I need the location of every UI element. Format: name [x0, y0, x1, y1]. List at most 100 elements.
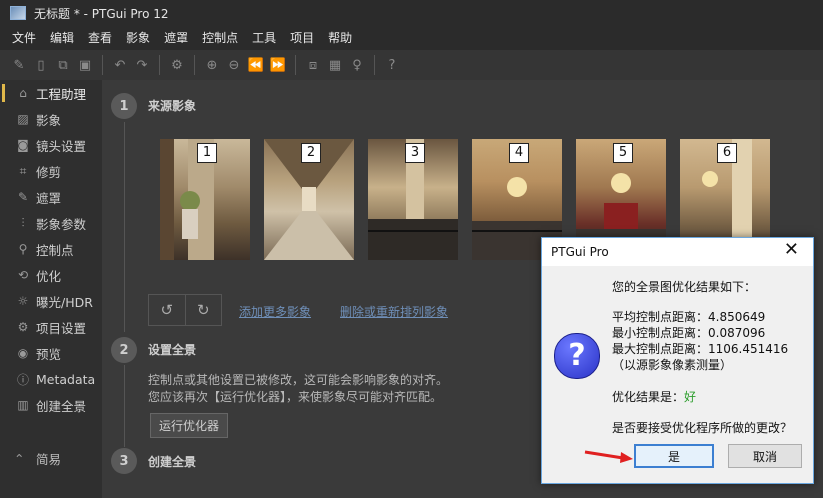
sidebar-item-preview[interactable]: ◉ 预览 — [0, 340, 102, 366]
info-icon: ⓘ — [16, 372, 29, 387]
menu-edit[interactable]: 编辑 — [43, 26, 81, 50]
sidebar-item-optimize[interactable]: ⟲ 优化 — [0, 262, 102, 288]
dialog-question: 是否要接受优化程序所做的更改？ — [612, 421, 793, 435]
dialog-title: PTGui Pro — [551, 245, 609, 259]
save-icon[interactable]: ▣ — [74, 54, 96, 76]
avg-distance-value: 4.850649 — [708, 310, 766, 324]
rotate-left-icon: ↺ — [160, 301, 174, 319]
menu-project[interactable]: 项目 — [283, 26, 321, 50]
sidebar-item-project-assistant[interactable]: ⌂ 工程助理 — [0, 80, 102, 106]
new-project-icon[interactable]: ✎ — [8, 54, 30, 76]
camera-icon: ◙ — [17, 138, 29, 152]
sidebar-item-lens-settings[interactable]: ◙ 镜头设置 — [0, 132, 102, 158]
toolbar-separator — [194, 55, 195, 75]
remove-reorder-images-link[interactable]: 删除或重新排列影象 — [340, 303, 448, 320]
max-distance-value: 1106.451416 — [708, 342, 789, 356]
rewind-icon[interactable]: ⏪ — [245, 54, 267, 76]
toolbar-separator — [374, 55, 375, 75]
menu-tools[interactable]: 工具 — [245, 26, 283, 50]
dialog-heading: 您的全景图优化结果如下： — [612, 280, 757, 294]
rotate-left-button[interactable]: ↺ — [149, 295, 186, 325]
sidebar-item-label: 预览 — [36, 346, 62, 362]
eye-icon: ◉ — [17, 346, 29, 360]
rotate-right-button[interactable]: ↻ — [186, 295, 222, 325]
avg-distance-label: 平均控制点距离： — [612, 310, 709, 324]
control-points-icon: ⚲ — [18, 242, 28, 256]
menu-view[interactable]: 查看 — [81, 26, 119, 50]
thumbnail-number: 6 — [717, 143, 737, 163]
thumbnail-number: 1 — [197, 143, 217, 163]
unit-note: （以源影象像素测量） — [612, 358, 733, 372]
sidebar-item-crop[interactable]: ⌗ 修剪 — [0, 158, 102, 184]
copy-icon[interactable]: ⧉ — [52, 54, 74, 76]
close-icon[interactable]: ✕ — [784, 239, 799, 260]
sidebar-item-label: 遮罩 — [36, 190, 62, 206]
zoom-in-icon[interactable]: ⊕ — [201, 54, 223, 76]
grid-icon[interactable]: ▦ — [324, 54, 346, 76]
result-row: 优化结果是：好 — [612, 388, 696, 405]
step-2-title: 设置全景 — [148, 343, 197, 357]
result-label: 优化结果是： — [612, 390, 685, 404]
image-thumbnail[interactable]: 1 — [160, 139, 250, 260]
cancel-button[interactable]: 取消 — [728, 444, 802, 468]
step-1-number: 1 — [111, 93, 137, 119]
sidebar-item-images[interactable]: ▨ 影象 — [0, 106, 102, 132]
rotate-buttons: ↺ ↻ — [148, 294, 222, 326]
lightbulb-icon[interactable]: ♀ — [346, 54, 368, 76]
min-distance-label: 最小控制点距离： — [612, 326, 709, 340]
menu-images[interactable]: 影象 — [119, 26, 157, 50]
thumbnail-number: 4 — [509, 143, 529, 163]
sidebar: ⌂ 工程助理 ▨ 影象 ◙ 镜头设置 ⌗ 修剪 ✎ 遮罩 ⫶ 影象参数 ⚲ 控制点 ⟲ 优化 ☼… — [0, 80, 102, 498]
image-thumbnail[interactable]: 2 — [264, 139, 354, 260]
help-icon[interactable]: ? — [381, 54, 403, 76]
chevron-up-circle-icon: ⌃ — [14, 451, 25, 466]
settings-icon[interactable]: ⚙ — [166, 54, 188, 76]
step-2-message: 控制点或其他设置已被修改，这可能会影响影象的对齐。 您应该再次【运行优化器】，来… — [148, 372, 448, 406]
open-icon[interactable]: ▯ — [30, 54, 52, 76]
add-more-images-link[interactable]: 添加更多影象 — [239, 303, 311, 320]
sidebar-item-label: 优化 — [36, 268, 62, 284]
sidebar-item-label: 修剪 — [36, 164, 62, 180]
sidebar-item-create-panorama[interactable]: ▥ 创建全景 — [0, 392, 102, 418]
sidebar-item-label: 创建全景 — [36, 398, 87, 414]
sidebar-item-label: 控制点 — [36, 242, 74, 258]
step-connector — [124, 122, 125, 332]
sidebar-item-label: 影象 — [36, 112, 62, 128]
sliders-icon: ⫶ — [21, 215, 25, 230]
forward-icon[interactable]: ⏩ — [267, 54, 289, 76]
sidebar-item-label: 镜头设置 — [36, 138, 87, 154]
yes-button[interactable]: 是 — [634, 444, 714, 468]
menu-help[interactable]: 帮助 — [321, 26, 359, 50]
undo-icon[interactable]: ↶ — [109, 54, 131, 76]
sidebar-item-label: Metadata — [36, 371, 96, 387]
step-3-title: 创建全景 — [148, 455, 197, 469]
menu-control-points[interactable]: 控制点 — [195, 26, 245, 50]
simple-mode-label: 简易 — [36, 452, 62, 467]
panorama-editor-icon[interactable]: ⧈ — [302, 54, 324, 76]
gear-icon: ⚙ — [17, 320, 29, 334]
toolbar-separator — [102, 55, 103, 75]
sidebar-item-metadata[interactable]: ⓘ Metadata — [0, 366, 102, 392]
thumbnail-number: 5 — [613, 143, 633, 163]
red-arrow-annotation — [584, 450, 633, 463]
min-distance-value: 0.087096 — [708, 326, 766, 340]
image-thumbnail[interactable]: 3 — [368, 139, 458, 260]
mask-icon: ✎ — [17, 190, 29, 204]
sidebar-item-mask[interactable]: ✎ 遮罩 — [0, 184, 102, 210]
rotate-right-icon: ↻ — [196, 301, 210, 319]
dialog-title-bar: PTGui Pro ✕ — [542, 238, 813, 266]
redo-icon[interactable]: ↷ — [131, 54, 153, 76]
toolbar: ✎ ▯ ⧉ ▣ ↶ ↷ ⚙ ⊕ ⊖ ⏪ ⏩ ⧈ ▦ ♀ ? — [0, 50, 823, 80]
sidebar-item-control-points[interactable]: ⚲ 控制点 — [0, 236, 102, 262]
zoom-out-icon[interactable]: ⊖ — [223, 54, 245, 76]
sidebar-item-label: 影象参数 — [36, 216, 87, 232]
simple-mode-toggle[interactable]: ⌃ 简易 — [14, 449, 61, 468]
menu-mask[interactable]: 遮罩 — [157, 26, 195, 50]
sidebar-item-project-settings[interactable]: ⚙ 项目设置 — [0, 314, 102, 340]
sidebar-item-exposure-hdr[interactable]: ☼ 曝光/HDR — [0, 288, 102, 314]
question-icon: ? — [554, 333, 600, 379]
thumbnail-number: 3 — [405, 143, 425, 163]
menu-file[interactable]: 文件 — [0, 26, 43, 50]
sidebar-item-image-parameters[interactable]: ⫶ 影象参数 — [0, 210, 102, 236]
run-optimizer-button[interactable]: 运行优化器 — [150, 413, 229, 438]
